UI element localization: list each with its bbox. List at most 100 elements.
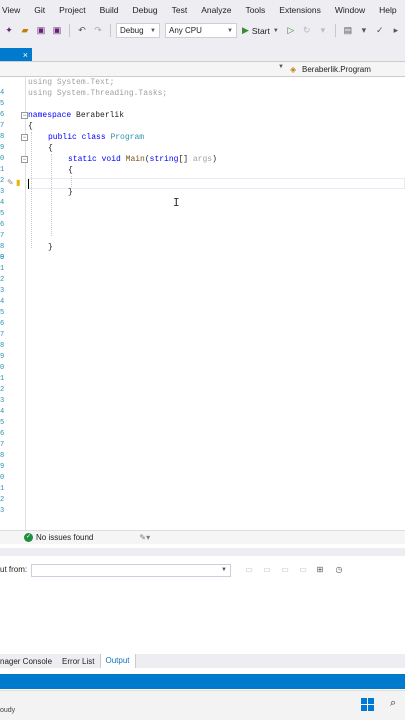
line-number: 5 xyxy=(0,309,5,317)
line-number: 8 xyxy=(0,452,5,460)
tab-output[interactable]: Output xyxy=(99,654,136,668)
start-without-debugging-icon[interactable]: ▷ xyxy=(284,24,298,38)
class-name: Program xyxy=(110,133,145,142)
save-all-icon[interactable]: ▣ xyxy=(50,24,64,38)
chevron-down-icon: ▼ xyxy=(278,64,284,70)
overflow-icon[interactable]: ▾ xyxy=(357,24,371,38)
output-text-area[interactable] xyxy=(0,580,405,653)
collapse-icon[interactable]: − xyxy=(21,134,28,141)
code-editor[interactable]: 4 using System.Text; 5 using System.Thre… xyxy=(0,77,405,530)
new-project-icon[interactable]: ✦ xyxy=(2,24,16,38)
solution-configuration-select[interactable]: Debug ▼ xyxy=(116,23,160,38)
menu-item-window[interactable]: Window xyxy=(328,0,372,20)
menu-item-view[interactable]: View xyxy=(0,0,27,20)
go-to-next-icon[interactable]: ▭ xyxy=(280,565,290,575)
issues-status[interactable]: No issues found xyxy=(36,533,93,542)
show-output-from-label: ut from: xyxy=(0,565,28,574)
format-icon[interactable]: ✓ xyxy=(373,24,387,38)
line-number: 3 xyxy=(0,287,5,295)
menu-item-analyze[interactable]: Analyze xyxy=(194,0,238,20)
code-line: 8 xyxy=(0,231,405,251)
open-folder-icon[interactable]: ▰ xyxy=(18,24,32,38)
navigation-bar: ▼ ◈ Beraberlik.Program xyxy=(0,61,405,77)
output-toolbar: ut from: ▼ ▭ ▭ ▭ ▭ ⊞ ◷ xyxy=(0,561,405,579)
code-line: 5 using System.Threading.Tasks; xyxy=(0,88,405,108)
line-number: 7 xyxy=(0,441,5,449)
code-line: 4 xyxy=(0,297,405,308)
chevron-down-icon: ▼ xyxy=(272,27,279,34)
tab-package-manager-console[interactable]: nager Console xyxy=(0,657,57,666)
tab-program-cs[interactable]: × xyxy=(0,48,32,61)
tab-error-list[interactable]: Error List xyxy=(57,657,99,666)
configuration-value: Debug xyxy=(120,26,144,35)
clock-icon[interactable]: ◷ xyxy=(334,565,344,575)
keyword: string xyxy=(149,155,179,164)
line-number: 8 xyxy=(0,342,5,350)
weather-text[interactable]: oudy xyxy=(0,707,15,714)
undo-icon[interactable]: ↶ xyxy=(75,24,89,38)
line-number: 9 xyxy=(0,353,5,361)
menu-item-git[interactable]: Git xyxy=(27,0,52,20)
menu-item-test[interactable]: Test xyxy=(165,0,195,20)
line-number: 6 xyxy=(0,430,5,438)
solution-platform-select[interactable]: Any CPU ▼ xyxy=(165,23,237,38)
save-icon[interactable]: ▣ xyxy=(34,24,48,38)
menu-item-help[interactable]: Help xyxy=(372,0,403,20)
menu-item-build[interactable]: Build xyxy=(93,0,126,20)
hot-reload-icon[interactable]: ↻ xyxy=(300,24,314,38)
code-line: 6 xyxy=(0,99,405,119)
ide-status-bar xyxy=(0,674,405,689)
hot-reload-options-icon[interactable]: ▾ xyxy=(316,24,330,38)
code-line: 1 xyxy=(0,484,405,495)
menu-item-tools[interactable]: Tools xyxy=(238,0,272,20)
toolbar-separator xyxy=(334,24,336,37)
search-icon[interactable]: ⌕ xyxy=(390,697,396,710)
menu-item-debug[interactable]: Debug xyxy=(126,0,165,20)
code-line: 0 xyxy=(0,473,405,484)
find-in-output-icon[interactable]: ▭ xyxy=(244,565,254,575)
layout-icon[interactable]: ▤ xyxy=(341,24,355,38)
lightbulb-icon[interactable]: ▮ xyxy=(16,178,24,187)
code-line: 1 xyxy=(0,264,405,275)
code-line: 8 xyxy=(0,451,405,462)
edit-icon[interactable]: ✎ xyxy=(7,178,15,187)
type-dropdown[interactable]: ◈ Beraberlik.Program xyxy=(290,63,405,75)
collapse-icon[interactable]: − xyxy=(21,112,28,119)
line-number: 7 xyxy=(0,331,5,339)
code-line: 6 xyxy=(0,429,405,440)
namespace-ref: System.Text; xyxy=(52,78,115,87)
code-cleanup-icon[interactable]: ✎▾ xyxy=(139,533,150,542)
namespace-name: Beraberlik xyxy=(71,111,125,120)
code-line: 2 xyxy=(0,495,405,506)
line-number: 4 xyxy=(0,408,5,416)
code-line: 4 xyxy=(0,407,405,418)
code-line: 8 xyxy=(0,341,405,352)
line-number: 2 xyxy=(0,276,5,284)
code-line: 4 using System.Text; xyxy=(0,77,405,97)
code-line: 0 xyxy=(0,363,405,374)
start-button[interactable]: ▶ Start ▼ xyxy=(239,25,282,36)
word-wrap-icon[interactable]: ⊞ xyxy=(315,565,325,575)
collapse-icon[interactable]: − xyxy=(21,156,28,163)
chevron-down-icon: ▼ xyxy=(221,567,227,573)
code-line: 9 xyxy=(0,352,405,363)
code-line: 9 − public class Program xyxy=(0,132,405,152)
keyword: void xyxy=(101,155,121,164)
line-number: 3 xyxy=(0,397,5,405)
line-number: 1 xyxy=(0,265,5,273)
project-dropdown[interactable]: ▼ xyxy=(0,63,286,75)
clear-all-icon[interactable]: ▭ xyxy=(298,565,308,575)
redo-icon[interactable]: ↷ xyxy=(91,24,105,38)
toolbar-more-icon[interactable]: ▸ xyxy=(389,24,403,38)
line-number: 2 xyxy=(0,496,5,504)
line-number: 6 xyxy=(0,320,5,328)
tab-close-icon[interactable]: × xyxy=(23,50,28,60)
go-to-previous-icon[interactable]: ▭ xyxy=(262,565,272,575)
menu-item-extensions[interactable]: Extensions xyxy=(272,0,328,20)
line-number: 2 xyxy=(0,386,5,394)
menu-item-project[interactable]: Project xyxy=(52,0,92,20)
output-source-select[interactable]: ▼ xyxy=(31,564,231,577)
code-line: 1 xyxy=(0,374,405,385)
windows-start-icon[interactable] xyxy=(361,698,374,711)
mouse-cursor-icon: I xyxy=(173,196,180,209)
